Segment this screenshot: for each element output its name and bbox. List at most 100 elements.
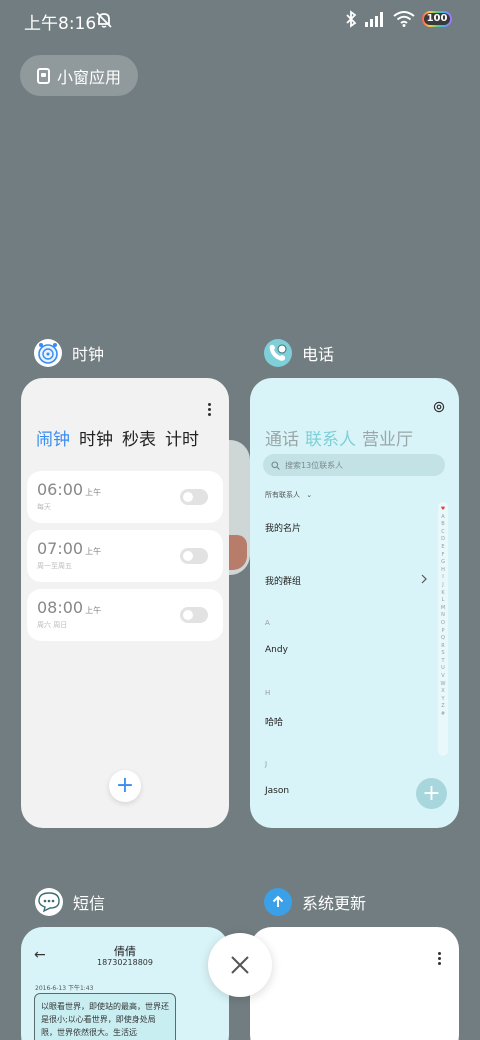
system-update-app-card[interactable]: [250, 927, 459, 1040]
search-placeholder: 搜索13位联系人: [285, 460, 344, 470]
alphabet-index-letter[interactable]: I: [442, 574, 443, 582]
contact-filter-dropdown[interactable]: 所有联系人 ⌄: [265, 490, 312, 500]
clock-more-icon[interactable]: [208, 403, 212, 418]
alphabet-index-scrollbar[interactable]: ♥ A B C D E F G H I J K L M N O P Q R S T U V W X Y Z #: [438, 502, 448, 756]
alphabet-index-letter[interactable]: ♥: [441, 506, 445, 514]
clock-app-header[interactable]: 时钟: [34, 339, 104, 367]
alarm-toggle[interactable]: [180, 489, 208, 505]
alphabet-index-letter[interactable]: D: [441, 536, 445, 544]
alphabet-index-letter[interactable]: Z: [441, 703, 444, 711]
settings-icon[interactable]: [433, 401, 445, 413]
alphabet-index-letter[interactable]: V: [441, 673, 444, 681]
alphabet-index-letter[interactable]: U: [441, 665, 445, 673]
phone-app-card[interactable]: 通话 联系人 营业厅 搜索13位联系人 所有联系人 ⌄ 我的名片 我的群组 A …: [250, 378, 459, 828]
phone-app-icon: [264, 339, 292, 367]
add-alarm-button[interactable]: +: [109, 770, 141, 802]
alphabet-index-letter[interactable]: C: [441, 529, 445, 537]
alarm-item[interactable]: 06:00 上午 每天: [27, 471, 223, 523]
alarm-toggle[interactable]: [180, 607, 208, 623]
alphabet-index-letter[interactable]: G: [441, 559, 445, 567]
section-letter: A: [265, 619, 270, 627]
alphabet-index-letter[interactable]: B: [441, 521, 444, 529]
small-window-apps-button[interactable]: 小窗应用: [20, 55, 138, 96]
clock-app-icon: [34, 339, 62, 367]
wifi-icon: [393, 11, 415, 27]
alarm-time: 08:00: [37, 598, 84, 617]
tab-alarm[interactable]: 闹钟: [36, 425, 70, 450]
alphabet-index-letter[interactable]: M: [441, 605, 445, 613]
alphabet-index-letter[interactable]: R: [441, 643, 444, 651]
status-bar: 上午8:16 100: [0, 0, 480, 40]
phone-app-header[interactable]: 电话: [264, 339, 334, 367]
alphabet-index-letter[interactable]: E: [441, 544, 444, 552]
alarm-repeat: 周六 周日: [37, 621, 68, 629]
alphabet-index-letter[interactable]: L: [442, 597, 445, 605]
alphabet-index-letter[interactable]: #: [441, 711, 445, 719]
add-contact-button[interactable]: +: [416, 778, 447, 809]
sms-contact-number: 18730218809: [97, 958, 153, 967]
status-icons: 100: [345, 10, 452, 28]
alphabet-index-letter[interactable]: X: [441, 688, 444, 696]
tab-stopwatch[interactable]: 秒表: [122, 425, 156, 450]
alphabet-index-letter[interactable]: H: [441, 567, 445, 575]
alphabet-index-letter[interactable]: K: [441, 590, 444, 598]
message-bubble[interactable]: 以眼看世界，即使站的最高，世界还是很小;以心看世界，即使身处局限，世界依然很大。…: [34, 993, 176, 1040]
tab-timer[interactable]: 计时: [165, 425, 199, 450]
small-window-label: 小窗应用: [57, 67, 122, 87]
status-time: 上午8:16: [24, 14, 97, 34]
alarm-item[interactable]: 07:00 上午 周一至周五: [27, 530, 223, 582]
alphabet-index-letter[interactable]: A: [441, 514, 444, 522]
contact-row[interactable]: Andy: [265, 645, 288, 655]
contact-row[interactable]: 哈哈: [265, 715, 283, 728]
update-more-icon[interactable]: [438, 952, 442, 967]
section-letter: J: [265, 760, 268, 768]
close-icon: [231, 956, 249, 974]
alarm-repeat: 周一至周五: [37, 562, 72, 570]
alphabet-index-letter[interactable]: O: [441, 620, 445, 628]
alphabet-index-letter[interactable]: J: [442, 582, 443, 590]
contact-row[interactable]: Jason: [265, 786, 289, 796]
system-update-app-icon: [264, 888, 292, 916]
tab-contacts[interactable]: 联系人: [305, 425, 356, 450]
clock-app-name: 时钟: [72, 345, 105, 364]
tab-clock[interactable]: 时钟: [79, 425, 113, 450]
filter-chevron-icon: ⌄: [306, 491, 313, 499]
alphabet-index-letter[interactable]: T: [441, 658, 444, 666]
contact-search-input[interactable]: 搜索13位联系人: [263, 454, 445, 476]
update-app-header[interactable]: 系统更新: [264, 888, 366, 916]
update-app-name: 系统更新: [302, 894, 367, 913]
alarm-toggle[interactable]: [180, 548, 208, 564]
sms-app-card[interactable]: ← 倩倩 18730218809 2016-6-13 下午1:43 以眼看世界，…: [21, 927, 229, 1040]
alarm-ampm: 上午: [85, 488, 102, 497]
my-card-row[interactable]: 我的名片: [265, 521, 301, 534]
tab-calls[interactable]: 通话: [265, 425, 299, 450]
clock-app-card[interactable]: 闹钟 时钟 秒表 计时 06:00 上午 每天 07:00 上午 周一至周五 08:…: [21, 378, 229, 828]
sms-app-icon: [35, 888, 63, 916]
signal-icon: [365, 12, 383, 27]
sms-app-header[interactable]: 短信: [35, 888, 105, 916]
sms-timestamp: 2016-6-13 下午1:43: [35, 985, 94, 992]
alphabet-index-letter[interactable]: F: [442, 552, 445, 560]
battery-icon: 100: [422, 11, 452, 27]
alarm-off-icon: [96, 12, 112, 28]
clock-tabs: 闹钟 时钟 秒表 计时: [36, 425, 199, 450]
alarm-ampm: 上午: [85, 606, 102, 615]
alphabet-index-letter[interactable]: N: [441, 612, 445, 620]
sms-app-name: 短信: [73, 894, 106, 913]
section-letter: H: [265, 689, 271, 697]
search-icon: [271, 460, 280, 470]
alphabet-index-letter[interactable]: S: [441, 650, 444, 658]
alphabet-index-letter[interactable]: Q: [441, 635, 445, 643]
alphabet-index-letter[interactable]: P: [441, 628, 444, 636]
alphabet-index-letter[interactable]: W: [441, 681, 446, 689]
clear-all-button[interactable]: [208, 933, 272, 997]
alarm-repeat: 每天: [37, 503, 51, 511]
tab-service-hall[interactable]: 营业厅: [362, 425, 413, 450]
sms-contact-name: 倩倩: [114, 945, 136, 958]
alarm-ampm: 上午: [85, 547, 102, 556]
my-groups-row[interactable]: 我的群组: [265, 574, 301, 587]
phone-tabs: 通话 联系人 营业厅: [265, 425, 413, 450]
phone-app-name: 电话: [302, 345, 335, 364]
alarm-item[interactable]: 08:00 上午 周六 周日: [27, 589, 223, 641]
alphabet-index-letter[interactable]: Y: [441, 696, 444, 704]
